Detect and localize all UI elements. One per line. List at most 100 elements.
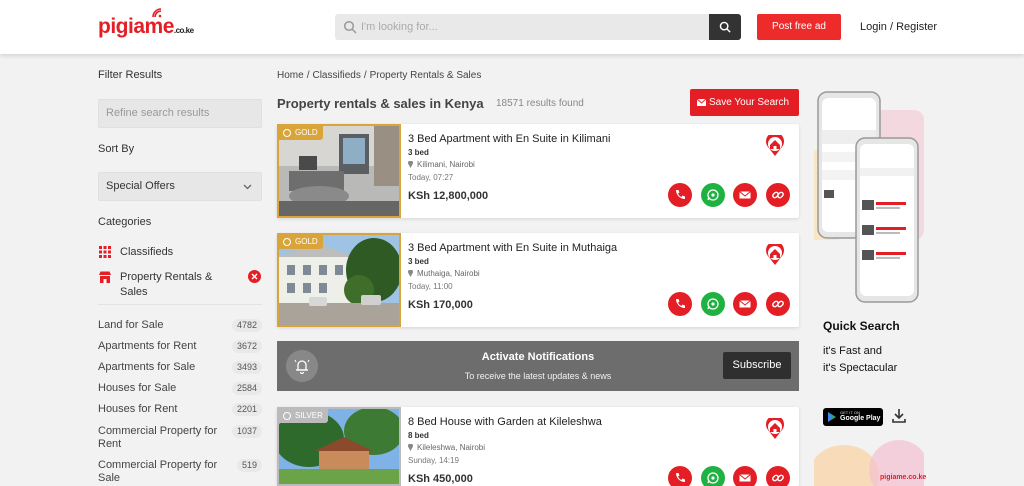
app-promo-ad[interactable]: Quick Search it's Fast and it's Spectacu… — [814, 90, 927, 486]
listing-card[interactable]: SILVER 8 Bed House with Garden at Kilele… — [277, 407, 799, 486]
link-icon — [772, 191, 784, 199]
subcategory-item[interactable]: Houses for Rent 2201 — [98, 403, 262, 417]
mail-icon — [739, 300, 751, 308]
google-play-badge[interactable]: GET IT ON Google Play — [823, 408, 883, 426]
mail-icon — [739, 191, 751, 199]
whatsapp-icon — [707, 189, 719, 201]
listing-card[interactable]: GOLD 3 Bed Apartment with En Suite in Mu… — [277, 233, 799, 327]
phone-icon — [676, 190, 685, 199]
share-link-button[interactable] — [766, 292, 790, 316]
phone-icon — [676, 299, 685, 308]
call-button[interactable] — [668, 466, 692, 486]
email-button[interactable] — [733, 292, 757, 316]
subcategory-label: Commercial Property for Sale — [98, 459, 218, 484]
download-icon — [892, 409, 906, 423]
subcategory-item[interactable]: Commercial Property for Sale 519 — [98, 459, 262, 485]
property-house-icon — [766, 418, 784, 439]
notifications-banner: Activate Notifications To receive the la… — [277, 341, 799, 391]
call-button[interactable] — [668, 292, 692, 316]
listing-location: Kilimani, Nairobi — [408, 160, 475, 169]
subcategory-item[interactable]: Apartments for Sale 3493 — [98, 361, 262, 375]
close-icon — [251, 273, 258, 280]
subcategory-item[interactable]: Houses for Sale 2584 — [98, 382, 262, 396]
subcategory-count: 3672 — [231, 340, 262, 353]
phones-illustration — [814, 91, 924, 303]
subcategory-count: 519 — [236, 459, 262, 472]
location-pin-icon — [408, 270, 413, 277]
listing-title[interactable]: 3 Bed Apartment with En Suite in Muthaig… — [408, 242, 617, 254]
whatsapp-button[interactable] — [701, 466, 725, 486]
search-icon — [343, 20, 357, 34]
save-search-button[interactable]: Save Your Search — [690, 89, 799, 116]
refine-search-input[interactable]: Refine search results — [98, 99, 262, 128]
search-bar — [335, 14, 741, 40]
phone-icon — [676, 473, 685, 482]
subcategory-label: Commercial Property for Rent — [98, 425, 218, 450]
listing-title[interactable]: 3 Bed Apartment with En Suite in Kiliman… — [408, 133, 610, 145]
breadcrumb-separator: / — [306, 70, 310, 81]
ad-tagline: it's Spectacular — [823, 362, 898, 374]
sort-select-value: Special Offers — [106, 180, 175, 192]
wifi-wave-icon — [152, 8, 162, 18]
mail-icon — [697, 99, 706, 106]
whatsapp-button[interactable] — [701, 292, 725, 316]
breadcrumb-home[interactable]: Home — [277, 70, 304, 81]
category-property-rentals[interactable]: Property Rentals & Sales — [98, 270, 262, 302]
results-count: 18571 results found — [496, 98, 584, 109]
subcategory-label: Houses for Sale — [98, 382, 177, 394]
link-icon — [772, 474, 784, 482]
login-register-link[interactable]: Login / Register — [860, 21, 937, 33]
subcategory-item[interactable]: Apartments for Rent 3672 — [98, 340, 262, 354]
subcategory-count: 3493 — [231, 361, 262, 374]
whatsapp-button[interactable] — [701, 183, 725, 207]
filter-results-heading: Filter Results — [98, 69, 163, 81]
category-label: Property Rentals & Sales — [120, 271, 213, 298]
listing-beds: 3 bed — [408, 148, 429, 157]
share-link-button[interactable] — [766, 183, 790, 207]
gold-badge: GOLD — [279, 126, 323, 140]
subcategory-item[interactable]: Commercial Property for Rent 1037 — [98, 425, 262, 451]
ad-brand-logo: pigiame.co.ke — [880, 474, 927, 481]
remove-category-button[interactable] — [248, 270, 261, 283]
sort-by-heading: Sort By — [98, 143, 135, 155]
grid-icon — [99, 246, 111, 258]
listing-time: Today, 11:00 — [408, 282, 453, 291]
mail-icon — [739, 474, 751, 482]
search-input[interactable] — [361, 14, 707, 40]
subcategory-item[interactable]: Land for Sale 4782 — [98, 319, 262, 333]
ad-headline: Quick Search — [823, 319, 900, 333]
site-logo[interactable]: pigiame.co.ke — [98, 8, 194, 39]
subcategory-label: Land for Sale — [98, 319, 164, 331]
subcategory-label: Apartments for Rent — [98, 340, 197, 352]
subcategory-count: 1037 — [231, 425, 262, 438]
chevron-down-icon — [243, 184, 252, 190]
listing-price: KSh 170,000 — [408, 299, 473, 311]
save-search-label: Save Your Search — [709, 97, 790, 108]
location-pin-icon — [408, 161, 413, 168]
gold-badge: GOLD — [279, 235, 323, 249]
link-icon — [772, 300, 784, 308]
breadcrumb: Home / Classifieds / Property Rentals & Sale… — [277, 70, 484, 81]
categories-heading: Categories — [98, 216, 152, 228]
subcategory-label: Houses for Rent — [98, 403, 178, 415]
subscribe-button[interactable]: Subscribe — [723, 352, 791, 379]
email-button[interactable] — [733, 183, 757, 207]
sort-select[interactable]: Special Offers — [98, 172, 262, 201]
whatsapp-icon — [707, 472, 719, 484]
call-button[interactable] — [668, 183, 692, 207]
listing-price: KSh 450,000 — [408, 473, 473, 485]
email-button[interactable] — [733, 466, 757, 486]
listing-location: Muthaiga, Nairobi — [408, 269, 480, 278]
share-link-button[interactable] — [766, 466, 790, 486]
category-classifieds[interactable]: Classifieds — [98, 245, 262, 260]
subcategory-label: Apartments for Sale — [98, 361, 196, 373]
post-free-ad-button[interactable]: Post free ad — [757, 14, 841, 40]
search-button[interactable] — [709, 14, 741, 40]
breadcrumb-classifieds[interactable]: Classifieds — [312, 70, 360, 81]
location-pin-icon — [408, 444, 413, 451]
listing-title[interactable]: 8 Bed House with Garden at Kileleshwa — [408, 416, 602, 428]
property-house-icon — [766, 135, 784, 156]
silver-badge: SILVER — [279, 409, 328, 423]
listing-card[interactable]: GOLD 3 Bed Apartment with En Suite in Ki… — [277, 124, 799, 218]
search-icon — [719, 21, 731, 33]
